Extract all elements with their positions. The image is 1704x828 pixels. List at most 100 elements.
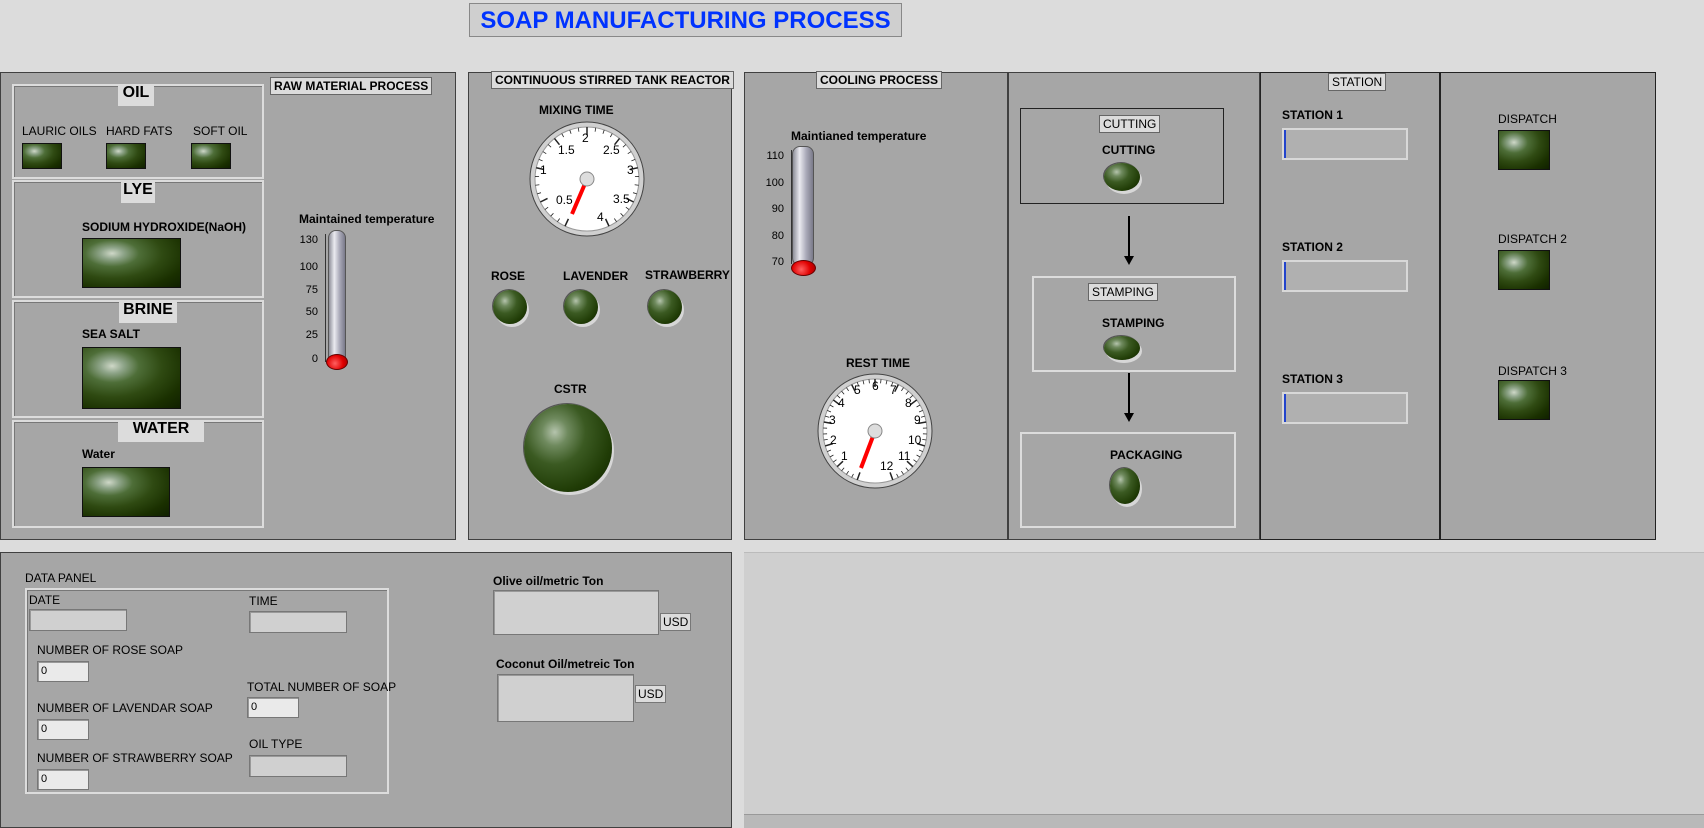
date-field[interactable]	[29, 609, 127, 631]
total-soap-label: TOTAL NUMBER OF SOAP	[247, 680, 397, 694]
cooling-thermometer-tube	[792, 146, 814, 266]
coconut-oil-field[interactable]	[497, 674, 634, 722]
empty-lower-area	[744, 552, 1704, 816]
strawberry-soap-field[interactable]: 0	[37, 769, 89, 790]
hard-fats-indicator[interactable]	[106, 143, 146, 169]
packaging-indicator[interactable]	[1110, 468, 1140, 504]
water-label: Water	[82, 447, 115, 461]
dispatch-2-indicator[interactable]	[1498, 250, 1550, 290]
data-panel-title: DATA PANEL	[25, 571, 97, 585]
arrow-stamping-head	[1124, 413, 1134, 422]
dispatch-1-indicator[interactable]	[1498, 130, 1550, 170]
mixing-time-label: MIXING TIME	[539, 103, 614, 117]
raw-thermometer-tube	[328, 230, 346, 364]
cstr-title: CONTINUOUS STIRRED TANK REACTOR	[491, 71, 734, 89]
rose-soap-label: NUMBER OF ROSE SOAP	[37, 643, 184, 657]
mix-label-0.5: 0.5	[556, 193, 573, 207]
brine-heading: BRINE	[119, 301, 177, 323]
cool-tick-80: 80	[771, 230, 784, 242]
water-heading: WATER	[118, 420, 204, 442]
rest-label-8: 8	[905, 396, 912, 410]
raw-tick-25: 25	[305, 329, 318, 341]
dispatch-3-indicator[interactable]	[1498, 380, 1550, 420]
soft-oil-label: SOFT OIL	[193, 124, 248, 138]
raw-thermometer-scale	[320, 234, 326, 362]
time-label: TIME	[249, 594, 278, 608]
raw-tick-50: 50	[305, 306, 318, 318]
rose-soap-field[interactable]: 0	[37, 661, 89, 682]
sea-salt-indicator[interactable]	[82, 347, 181, 409]
dispatch-2-label: DISPATCH 2	[1498, 232, 1567, 246]
mix-label-3: 3	[627, 163, 634, 177]
rest-label-5: 5	[854, 383, 861, 397]
oil-type-field[interactable]	[249, 755, 347, 777]
lauric-oils-label: LAURIC OILS	[22, 124, 97, 138]
cstr-label: CSTR	[554, 382, 587, 396]
rest-label-2: 2	[830, 433, 837, 447]
oil-heading: OIL	[118, 84, 154, 106]
raw-tick-0: 0	[311, 353, 318, 365]
olive-oil-field[interactable]	[493, 590, 659, 635]
time-field[interactable]	[249, 611, 347, 633]
arrow-stamping-to-packaging	[1128, 373, 1130, 415]
mix-label-1.5: 1.5	[558, 143, 575, 157]
date-label: DATE	[29, 593, 61, 607]
rest-time-label: REST TIME	[846, 356, 911, 370]
packaging-label: PACKAGING	[1110, 448, 1183, 462]
mixing-time-hub	[579, 171, 595, 187]
arrow-cutting-to-stamping	[1128, 216, 1130, 258]
raw-thermometer: 130 100 75 50 25 0	[290, 228, 350, 373]
cutting-indicator[interactable]	[1104, 163, 1140, 191]
cooling-thermometer-label: Maintianed temperature	[791, 129, 927, 143]
station-3-label: STATION 3	[1282, 372, 1343, 386]
stamping-label: STAMPING	[1102, 316, 1165, 330]
water-indicator[interactable]	[82, 467, 170, 517]
lavender-indicator[interactable]	[564, 290, 598, 324]
dispatch-3-label: DISPATCH 3	[1498, 364, 1567, 378]
rest-time-hub	[867, 423, 883, 439]
strawberry-label: STRAWBERRY	[645, 268, 730, 282]
cool-tick-70: 70	[771, 256, 784, 268]
rest-label-9: 9	[914, 413, 921, 427]
raw-tick-100: 100	[299, 261, 318, 273]
raw-tick-75: 75	[305, 284, 318, 296]
cooling-title: COOLING PROCESS	[816, 71, 943, 89]
cutting-label: CUTTING	[1102, 143, 1156, 157]
cooling-thermometer-bulb	[791, 260, 816, 276]
mix-label-2.5: 2.5	[603, 143, 620, 157]
strawberry-indicator[interactable]	[648, 290, 682, 324]
horizontal-scrollbar[interactable]	[744, 814, 1704, 828]
mix-label-2: 2	[582, 131, 589, 145]
cooling-thermometer: 110 100 90 80 70	[756, 144, 826, 279]
cstr-indicator[interactable]	[524, 404, 612, 492]
rose-indicator[interactable]	[493, 290, 527, 324]
mixing-time-gauge[interactable]: 0.5 1 1.5 2 2.5 3 3.5 4	[528, 120, 646, 238]
page-title-box: SOAP MANUFACTURING PROCESS	[469, 3, 902, 37]
rest-time-gauge[interactable]: 1 2 3 4 5 6 7 8 9 10 11 12	[816, 372, 934, 490]
page-title: SOAP MANUFACTURING PROCESS	[480, 7, 891, 34]
soft-oil-indicator[interactable]	[191, 143, 231, 169]
sodium-hydroxide-indicator[interactable]	[82, 238, 181, 288]
mix-label-3.5: 3.5	[613, 192, 630, 206]
rest-label-4: 4	[838, 396, 845, 410]
lye-heading: LYE	[121, 181, 155, 203]
rest-label-10: 10	[908, 433, 922, 447]
oil-type-label: OIL TYPE	[249, 737, 303, 751]
station-2-progress	[1282, 260, 1408, 292]
total-soap-field[interactable]: 0	[247, 697, 299, 718]
cutting-tag: CUTTING	[1099, 115, 1161, 133]
rest-label-1: 1	[841, 449, 848, 463]
dispatch-1-label: DISPATCH	[1498, 112, 1557, 126]
lavender-label: LAVENDER	[563, 269, 629, 283]
station-1-label: STATION 1	[1282, 108, 1343, 122]
lauric-oils-indicator[interactable]	[22, 143, 62, 169]
rose-label: ROSE	[491, 269, 526, 283]
cool-tick-90: 90	[771, 203, 784, 215]
raw-thermometer-bulb	[326, 354, 348, 370]
lavender-soap-field[interactable]: 0	[37, 719, 89, 740]
arrow-cutting-head	[1124, 256, 1134, 265]
raw-material-title: RAW MATERIAL PROCESS	[270, 77, 433, 95]
coconut-oil-usd: USD	[635, 685, 667, 703]
stamping-indicator[interactable]	[1104, 336, 1140, 360]
cool-tick-100: 100	[765, 177, 784, 189]
